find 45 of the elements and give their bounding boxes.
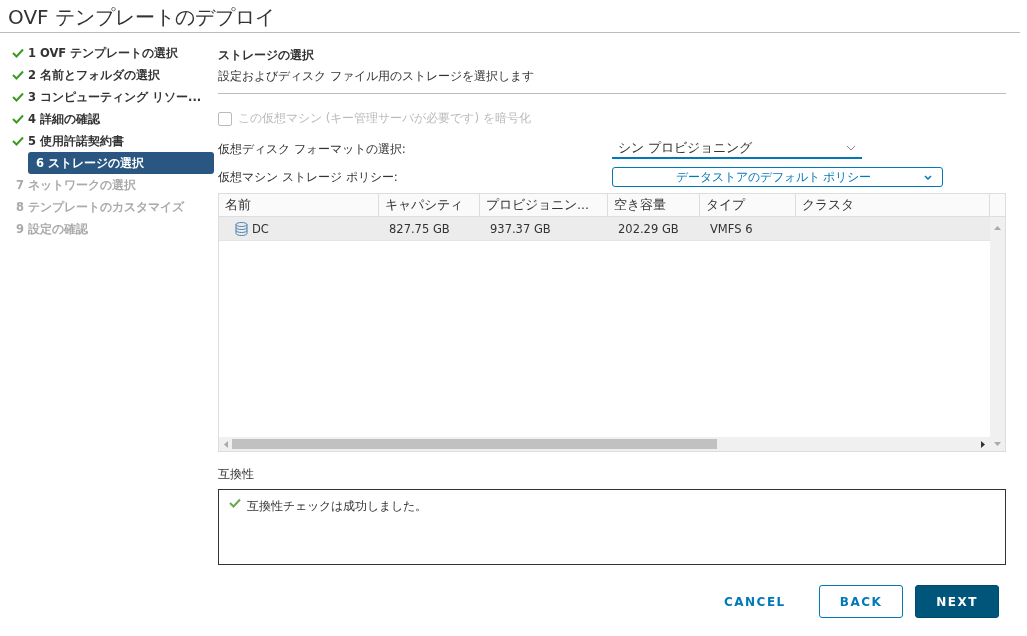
checkmark-icon (12, 92, 24, 102)
column-header[interactable]: キャパシティ (379, 194, 480, 216)
table-row[interactable]: DC 827.75 GB 937.37 GB 202.29 GB VMFS 6 (219, 217, 990, 241)
database-icon (235, 221, 248, 236)
column-header[interactable]: クラスタ (796, 194, 990, 216)
checkbox-label: この仮想マシン (キー管理サーバが必要です) を暗号化 (238, 110, 531, 127)
section-subtitle: 設定およびディスク ファイル用のストレージを選択します (218, 64, 1006, 94)
horizontal-scrollbar[interactable] (219, 437, 1005, 451)
field-label: 仮想ディスク フォーマットの選択: (218, 140, 407, 158)
table-cell-text: VMFS 6 (709, 220, 754, 238)
wizard-step[interactable]: 6 ストレージの選択 (28, 152, 214, 174)
checkmark-icon (12, 114, 24, 124)
chevron-down-icon (924, 174, 932, 180)
vertical-scrollbar[interactable] (990, 217, 1005, 437)
disk-format-select[interactable]: シン プロビジョニング (612, 139, 862, 159)
scroll-down-icon[interactable] (994, 441, 1001, 447)
table-cell-text: 827.75 GB (388, 220, 451, 238)
success-message: 互換性チェックは成功しました。 (247, 498, 427, 515)
checkmark-icon (12, 136, 24, 146)
column-header[interactable]: 名前 (219, 194, 379, 216)
column-header[interactable]: 空き容量 (608, 194, 700, 216)
checkmark-icon (12, 48, 24, 58)
table-cell-text: 937.37 GB (489, 220, 552, 238)
wizard-step[interactable]: 3 コンピューティング リソー... (12, 86, 214, 108)
wizard-step[interactable]: 5 使用許諾契約書 (12, 130, 214, 152)
scroll-left-icon[interactable] (223, 440, 228, 448)
checkmark-icon (12, 70, 24, 80)
column-header[interactable]: プロビジョニン... (480, 194, 608, 216)
table-cell-text: 202.29 GB (617, 220, 680, 238)
scroll-right-icon[interactable] (981, 440, 986, 448)
wizard-step[interactable]: 4 詳細の確認 (12, 108, 214, 130)
column-header[interactable]: タイプ (700, 194, 796, 216)
chevron-down-icon (846, 145, 856, 151)
table-cell: DC (219, 217, 379, 240)
back-button[interactable]: BACK (818, 585, 904, 618)
next-button[interactable]: NEXT (915, 585, 999, 618)
compatibility-label: 互換性 (218, 466, 255, 483)
window-title: OVF テンプレートのデプロイ (0, 0, 1020, 33)
checkmark-icon (229, 498, 241, 508)
wizard-step[interactable]: 2 名前とフォルダの選択 (12, 64, 214, 86)
section-title: ストレージの選択 (218, 47, 315, 64)
wizard-step[interactable]: 1 OVF テンプレートの選択 (12, 42, 214, 64)
scroll-up-icon[interactable] (994, 225, 1001, 230)
field-label: 仮想マシン ストレージ ポリシー: (218, 168, 399, 186)
storage-policy-select[interactable]: データストアのデフォルト ポリシー (612, 167, 943, 187)
